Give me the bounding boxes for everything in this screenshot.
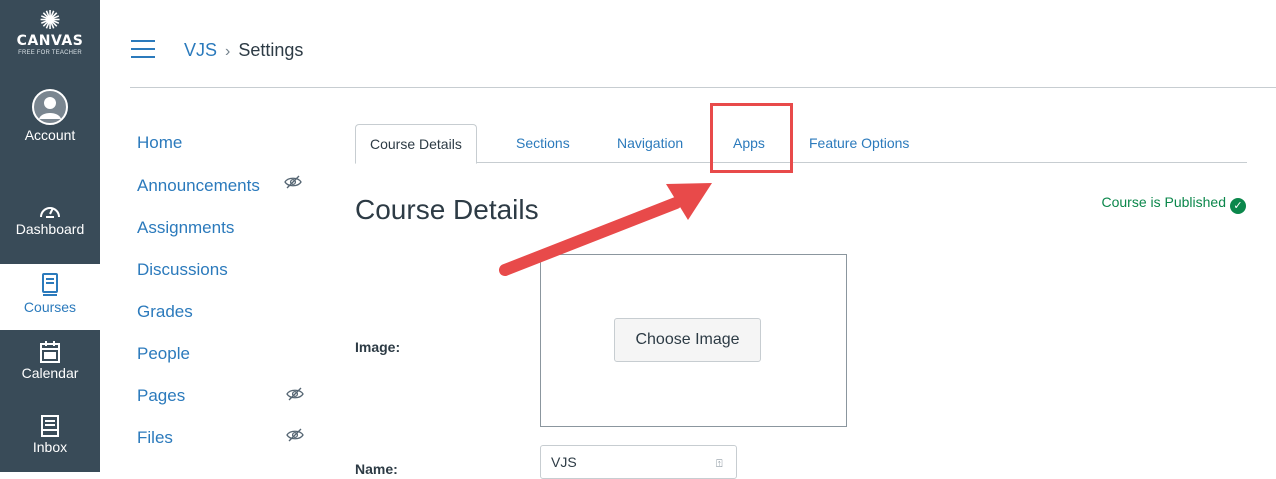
nav-dashboard[interactable]: Dashboard xyxy=(0,200,100,256)
nav-courses-label: Courses xyxy=(23,299,77,315)
course-nav-discussions[interactable]: Discussions xyxy=(137,259,228,281)
user-avatar-icon xyxy=(32,89,68,125)
nav-inbox[interactable]: Inbox xyxy=(0,414,100,472)
image-label: Image: xyxy=(355,339,401,355)
header-divider xyxy=(130,87,1276,88)
input-assist-icon: ⍐ xyxy=(716,458,723,470)
course-nav-people[interactable]: People xyxy=(137,343,190,365)
tab-feature-options[interactable]: Feature Options xyxy=(809,124,909,162)
check-circle-icon: ✓ xyxy=(1230,198,1246,214)
course-nav-grades[interactable]: Grades xyxy=(137,301,193,323)
hidden-eye-icon xyxy=(284,175,302,189)
choose-image-button[interactable]: Choose Image xyxy=(614,318,761,362)
breadcrumb-current: Settings xyxy=(238,40,304,60)
nav-dashboard-label: Dashboard xyxy=(15,221,85,237)
name-label: Name: xyxy=(355,461,398,477)
tabs-divider xyxy=(355,162,1247,163)
course-nav-assignments[interactable]: Assignments xyxy=(137,217,234,239)
tab-sections[interactable]: Sections xyxy=(516,124,570,162)
published-status-text: Course is Published xyxy=(1101,194,1226,210)
nav-account[interactable]: Account xyxy=(0,88,100,154)
page-title: Course Details xyxy=(355,194,539,225)
apps-tab-highlight-box xyxy=(710,103,793,173)
published-status: Course is Published ✓ xyxy=(1101,193,1246,214)
hamburger-menu-icon[interactable] xyxy=(131,40,161,60)
tab-navigation[interactable]: Navigation xyxy=(617,124,683,162)
breadcrumb: VJS › Settings xyxy=(184,38,303,64)
canvas-wordmark: CANVAS xyxy=(16,33,84,49)
tab-course-details[interactable]: Course Details xyxy=(355,124,477,164)
course-name-input[interactable] xyxy=(540,445,737,479)
hidden-eye-icon xyxy=(286,387,304,401)
breadcrumb-separator: › xyxy=(225,43,231,60)
canvas-logo-icon: ✺ xyxy=(39,5,61,35)
course-nav-pages[interactable]: Pages xyxy=(137,385,185,407)
nav-calendar[interactable]: Calendar xyxy=(0,340,100,400)
nav-calendar-label: Calendar xyxy=(21,365,79,381)
course-nav-announcements[interactable]: Announcements xyxy=(137,175,260,197)
inbox-icon xyxy=(41,415,59,437)
canvas-tagline: FREE FOR TEACHER xyxy=(18,50,82,56)
course-nav-home[interactable]: Home xyxy=(137,132,182,154)
nav-inbox-label: Inbox xyxy=(32,439,68,455)
calendar-icon xyxy=(40,341,60,363)
canvas-logo[interactable]: ✺ CANVAS FREE FOR TEACHER xyxy=(0,6,100,57)
global-nav: ✺ CANVAS FREE FOR TEACHER Account Dashbo… xyxy=(0,0,100,472)
dashboard-gauge-icon xyxy=(40,207,60,218)
nav-courses[interactable]: Courses xyxy=(0,264,100,330)
breadcrumb-course-link[interactable]: VJS xyxy=(184,40,217,60)
book-icon xyxy=(42,273,58,296)
course-nav-files[interactable]: Files xyxy=(137,427,173,449)
hidden-eye-icon xyxy=(286,428,304,442)
nav-account-label: Account xyxy=(24,127,76,143)
